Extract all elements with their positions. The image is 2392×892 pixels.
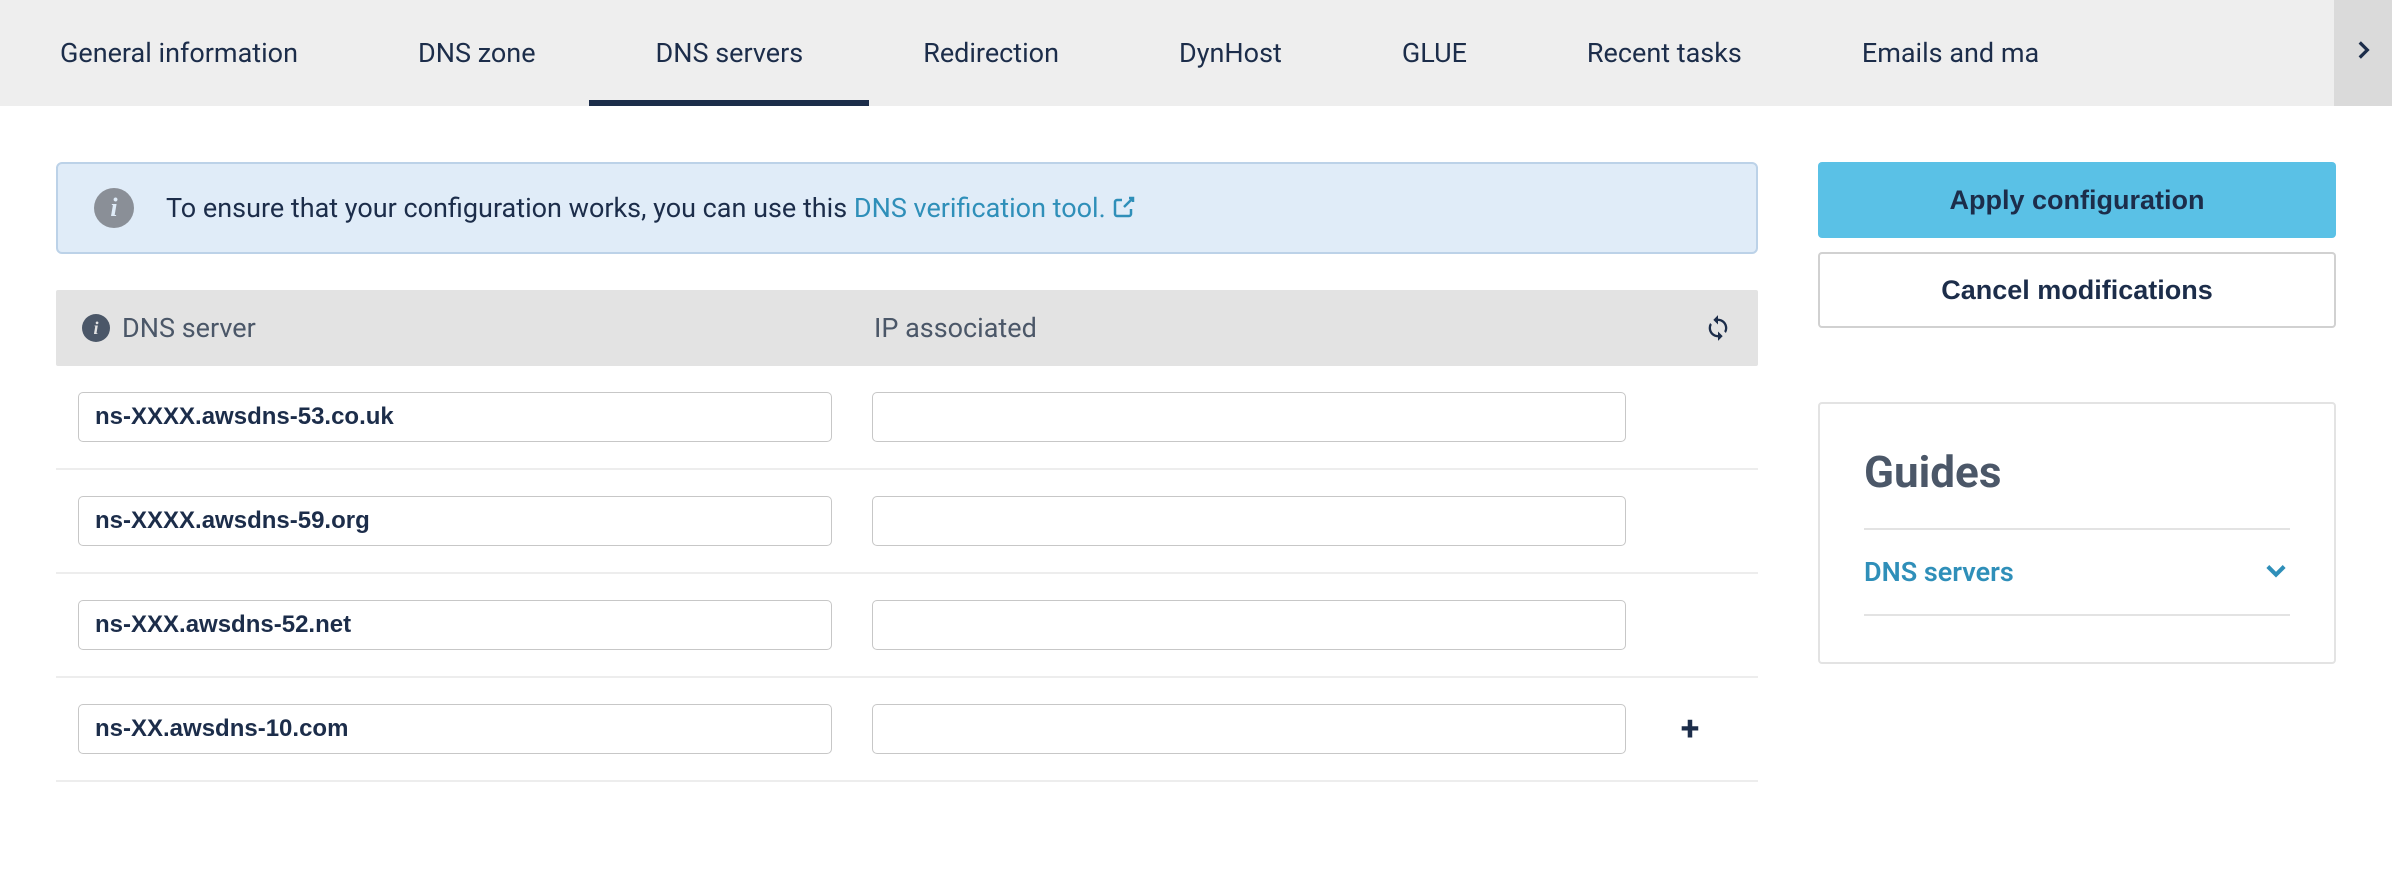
external-link-icon (1112, 192, 1136, 224)
ip-associated-input[interactable] (872, 704, 1626, 754)
column-header-ip-associated: IP associated (874, 312, 1684, 344)
tab-label: General information (60, 37, 298, 69)
tab-label: DynHost (1179, 37, 1282, 69)
guides-title: Guides (1864, 446, 2290, 498)
apply-configuration-button[interactable]: Apply configuration (1818, 162, 2336, 238)
dns-row: + (56, 678, 1758, 782)
tab-scroll-right-button[interactable] (2334, 0, 2392, 106)
column-header-dns-server: i DNS server (82, 312, 874, 344)
tab-label: DNS zone (418, 37, 536, 69)
info-icon: i (94, 188, 134, 228)
guides-item-label: DNS servers (1864, 556, 2014, 588)
column-header-label: IP associated (874, 312, 1037, 344)
ip-associated-input[interactable] (872, 392, 1626, 442)
refresh-button[interactable] (1684, 314, 1732, 342)
cancel-modifications-button[interactable]: Cancel modifications (1818, 252, 2336, 328)
dns-row: + (56, 574, 1758, 678)
link-text: DNS verification tool. (854, 192, 1106, 224)
tab-dynhost[interactable]: DynHost (1119, 0, 1342, 106)
tab-label: DNS servers (656, 37, 804, 69)
dns-table-header: i DNS server IP associated (56, 290, 1758, 366)
tab-nav: General information DNS zone DNS servers… (0, 0, 2392, 106)
dns-row: + (56, 470, 1758, 574)
plus-icon: + (1681, 709, 1700, 749)
banner-text-prefix: To ensure that your configuration works,… (166, 192, 854, 224)
tab-recent-tasks[interactable]: Recent tasks (1527, 0, 1802, 106)
ip-associated-input[interactable] (872, 600, 1626, 650)
tab-emails[interactable]: Emails and ma (1802, 0, 2109, 106)
banner-text: To ensure that your configuration works,… (166, 192, 1136, 224)
info-icon: i (82, 314, 110, 342)
tab-dns-servers[interactable]: DNS servers (596, 0, 864, 106)
tab-redirection[interactable]: Redirection (863, 0, 1119, 106)
tab-dns-zone[interactable]: DNS zone (358, 0, 596, 106)
ip-associated-input[interactable] (872, 496, 1626, 546)
chevron-down-icon (2262, 556, 2290, 588)
tab-label: GLUE (1402, 37, 1467, 69)
guides-panel: Guides DNS servers (1818, 402, 2336, 664)
add-row-button[interactable]: + (1666, 709, 1714, 749)
dns-server-input[interactable] (78, 600, 832, 650)
tab-glue[interactable]: GLUE (1342, 0, 1527, 106)
column-header-label: DNS server (122, 312, 256, 344)
guides-item-dns-servers[interactable]: DNS servers (1864, 528, 2290, 616)
tab-label: Recent tasks (1587, 37, 1742, 69)
dns-server-input[interactable] (78, 392, 832, 442)
chevron-right-icon (2350, 36, 2376, 71)
info-banner: i To ensure that your configuration work… (56, 162, 1758, 254)
dns-row: + (56, 366, 1758, 470)
dns-rows: + + + + (56, 366, 1758, 782)
dns-server-input[interactable] (78, 496, 832, 546)
tab-general-information[interactable]: General information (0, 0, 358, 106)
tab-label: Emails and ma (1862, 37, 2039, 69)
dns-server-input[interactable] (78, 704, 832, 754)
tab-label: Redirection (923, 37, 1059, 69)
dns-verification-link[interactable]: DNS verification tool. (854, 192, 1137, 224)
